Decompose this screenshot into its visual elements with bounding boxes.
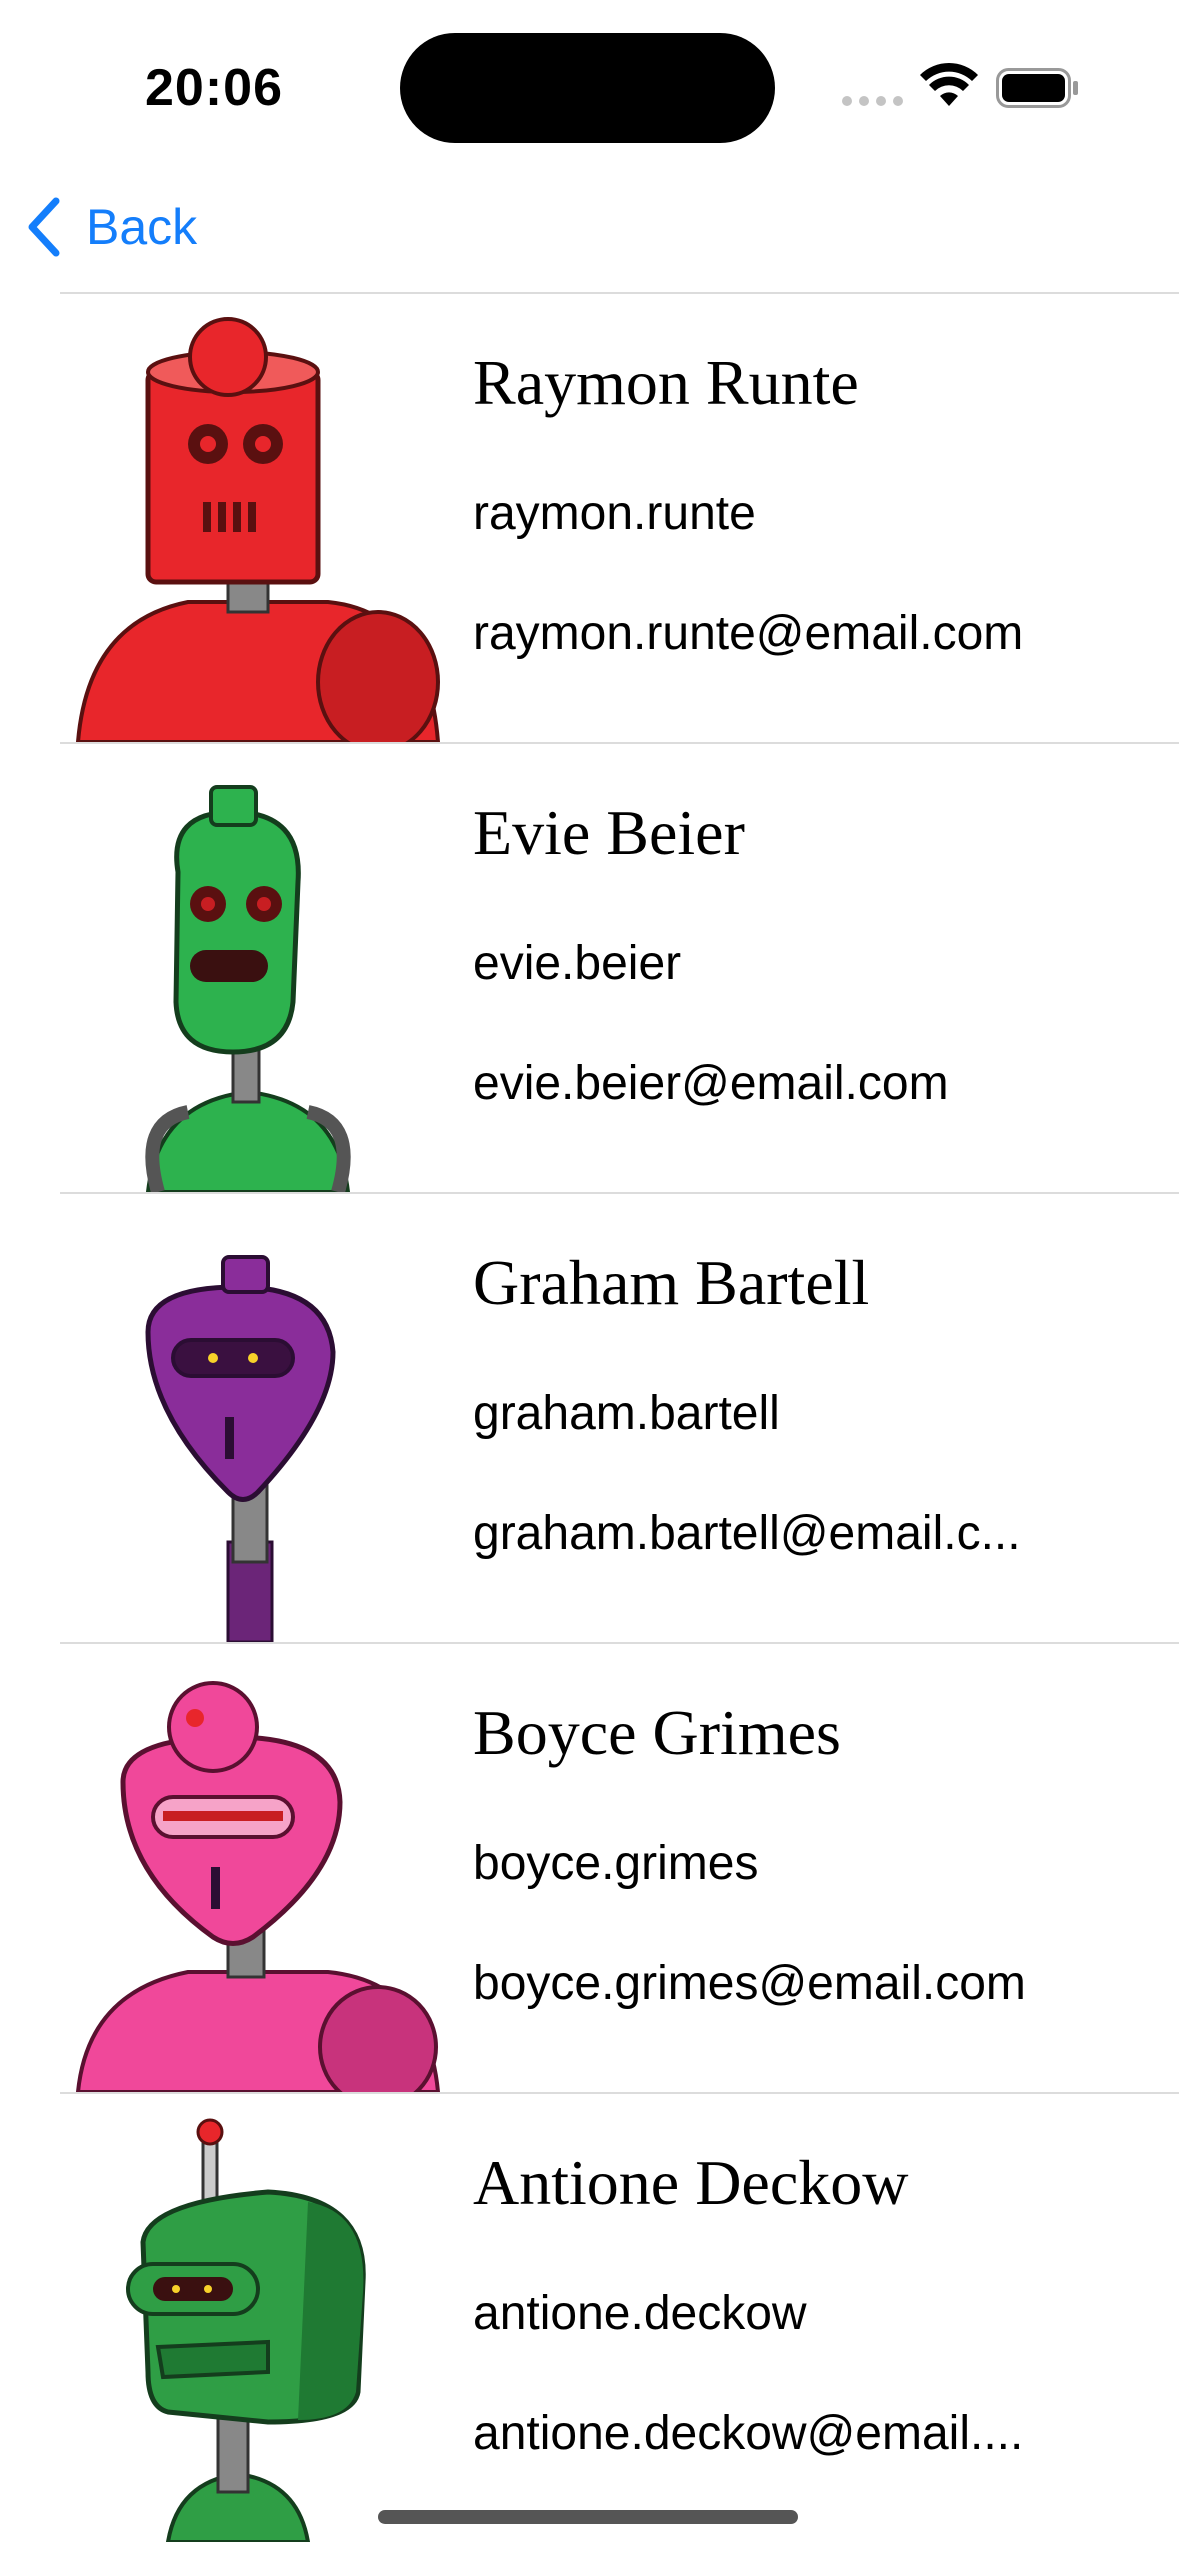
- contact-username: antione.deckow: [473, 2287, 807, 2340]
- back-button[interactable]: Back: [24, 192, 197, 262]
- contact-row[interactable]: Antione Deckow antione.deckow antione.de…: [60, 2092, 1179, 2542]
- contact-name: Antione Deckow: [473, 2147, 909, 2218]
- contact-name: Raymon Runte: [473, 347, 859, 418]
- back-label: Back: [86, 199, 198, 255]
- contact-row[interactable]: Boyce Grimes boyce.grimes boyce.grimes@e…: [60, 1642, 1179, 2092]
- robot-avatar: [68, 1202, 448, 1642]
- contact-name: Evie Beier: [473, 797, 745, 868]
- robot-avatar: [68, 2102, 448, 2542]
- contact-row[interactable]: Graham Bartell graham.bartell graham.bar…: [60, 1192, 1179, 1642]
- contact-list: Raymon Runte raymon.runte raymon.runte@e…: [0, 292, 1179, 2542]
- navigation-bar: Back: [0, 170, 1179, 292]
- contact-email: raymon.runte@email.com: [473, 607, 1024, 660]
- battery-icon: [996, 68, 1078, 108]
- contact-name: Graham Bartell: [473, 1247, 870, 1318]
- home-indicator[interactable]: [378, 2510, 798, 2524]
- contact-username: boyce.grimes: [473, 1837, 759, 1890]
- contact-username: evie.beier: [473, 937, 682, 990]
- contact-email: boyce.grimes@email.com: [473, 1957, 1026, 2010]
- contact-email: antione.deckow@email....: [473, 2407, 1024, 2460]
- contact-username: raymon.runte: [473, 487, 756, 540]
- dynamic-island: [400, 33, 775, 143]
- robot-avatar: [68, 302, 448, 742]
- status-bar: 20:06: [0, 0, 1179, 170]
- cellular-signal-icon: [842, 96, 903, 106]
- contact-email: graham.bartell@email.c...: [473, 1507, 1021, 1560]
- chevron-left-icon: [28, 197, 60, 257]
- wifi-icon: [920, 62, 978, 106]
- robot-avatar: [68, 1652, 448, 2092]
- contact-row[interactable]: Evie Beier evie.beier evie.beier@email.c…: [60, 742, 1179, 1192]
- contact-email: evie.beier@email.com: [473, 1057, 949, 1110]
- contact-name: Boyce Grimes: [473, 1697, 841, 1768]
- status-time: 20:06: [145, 59, 283, 117]
- contact-row[interactable]: Raymon Runte raymon.runte raymon.runte@e…: [60, 292, 1179, 742]
- robot-avatar: [68, 752, 448, 1192]
- contact-username: graham.bartell: [473, 1387, 780, 1440]
